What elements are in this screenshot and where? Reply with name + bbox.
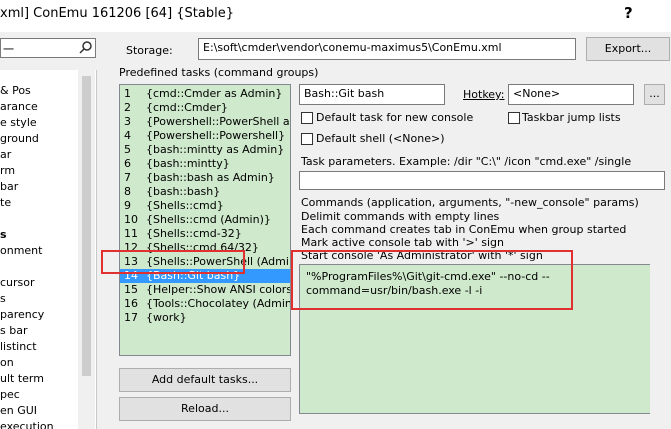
- task-number: 5: [124, 143, 131, 156]
- task-row[interactable]: 7 {bash::bash as Admin}: [120, 171, 290, 185]
- tree-item[interactable]: execution: [0, 420, 54, 429]
- task-number: 2: [124, 101, 131, 114]
- tree-item[interactable]: listinct: [0, 340, 37, 353]
- task-params-field[interactable]: [299, 171, 665, 190]
- tree-item[interactable]: cursor: [0, 276, 35, 289]
- tree-item-tasks[interactable]: s: [0, 228, 7, 241]
- task-number: 8: [124, 185, 131, 198]
- export-button[interactable]: Export...: [586, 37, 670, 61]
- task-name: {Shells::cmd-32}: [146, 227, 242, 240]
- task-number: 11: [124, 227, 138, 240]
- tree-item[interactable]: arance: [0, 100, 38, 113]
- task-number: 9: [124, 199, 131, 212]
- default-task-label: Default task for new console: [316, 111, 474, 124]
- hotkey-label: Hotkey:: [463, 88, 505, 101]
- storage-path-field[interactable]: E:\soft\cmder\vendor\conemu-maximus5\Con…: [198, 38, 576, 60]
- task-row[interactable]: 15 {Helper::Show ANSI colors}: [120, 283, 291, 297]
- window-title: xml] ConEmu 161206 [64] {Stable}: [0, 6, 234, 21]
- tree-scrollbar-thumb[interactable]: [82, 76, 91, 376]
- task-row[interactable]: 4 {Powershell::Powershell}: [120, 129, 290, 143]
- task-params-label: Task parameters. Example: /dir "C:\" /ic…: [301, 155, 632, 168]
- tree-item[interactable]: ult term: [0, 372, 44, 385]
- task-name: {bash::mintty as Admin}: [146, 143, 285, 156]
- task-name: {Powershell::Powershell}: [146, 129, 286, 142]
- settings-search-input[interactable]: 一: [0, 38, 96, 58]
- task-number: 10: [124, 213, 138, 226]
- selected-task-highlight: [101, 250, 245, 274]
- task-name: {bash::mintty}: [146, 157, 230, 170]
- task-name: {Shells::cmd (Admin)}: [146, 213, 271, 226]
- task-number: 3: [124, 115, 131, 128]
- task-name: {Helper::Show ANSI colors}: [146, 283, 291, 296]
- task-number: 4: [124, 129, 131, 142]
- task-row[interactable]: 3 {Powershell::PowerShell as Ad: [120, 115, 290, 129]
- task-name: {bash::bash as Admin}: [146, 171, 275, 184]
- default-task-checkbox[interactable]: [301, 112, 313, 124]
- tree-item[interactable]: ground: [0, 132, 39, 145]
- search-icon[interactable]: [79, 40, 93, 54]
- task-number: 1: [124, 87, 131, 100]
- task-name: {cmd::Cmder as Admin}: [146, 87, 283, 100]
- tree-item[interactable]: pec: [0, 388, 20, 401]
- tree-item[interactable]: bar: [0, 180, 18, 193]
- task-number: 6: [124, 157, 131, 170]
- tasks-list[interactable]: 1 {cmd::Cmder as Admin} 2 {cmd::Cmder} 3 {P…: [119, 84, 291, 356]
- commands-help-4: Mark active console tab with '>' sign: [301, 236, 504, 249]
- task-row[interactable]: 9 {Shells::cmd}: [120, 199, 290, 213]
- default-shell-checkbox[interactable]: [301, 133, 313, 145]
- tree-item[interactable]: te: [0, 196, 11, 209]
- task-row[interactable]: 2 {cmd::Cmder}: [120, 101, 290, 115]
- default-shell-label: Default shell (<None>): [316, 132, 445, 145]
- tree-item[interactable]: s: [0, 292, 6, 305]
- commands-help-1: Commands (application, arguments, "-new_…: [301, 196, 639, 209]
- task-number: 16: [124, 297, 138, 310]
- task-row[interactable]: 11 {Shells::cmd-32}: [120, 227, 290, 241]
- task-name: {Powershell::PowerShell as Ad: [146, 115, 290, 128]
- task-row[interactable]: 16 {Tools::Chocolatey (Admin)}: [120, 297, 291, 311]
- taskbar-jump-checkbox[interactable]: [508, 112, 520, 124]
- reload-button[interactable]: Reload...: [119, 397, 291, 421]
- task-row[interactable]: 6 {bash::mintty}: [120, 157, 290, 171]
- tree-item[interactable]: en GUI: [0, 404, 37, 417]
- tree-item[interactable]: onment: [0, 244, 42, 257]
- task-row[interactable]: 8 {bash::bash}: [120, 185, 290, 199]
- settings-search-value: 一: [3, 43, 14, 56]
- hotkey-browse-button[interactable]: ...: [644, 84, 665, 105]
- task-name: {cmd::Cmder}: [146, 101, 228, 114]
- commands-scrollbar[interactable]: [650, 264, 661, 414]
- tree-item[interactable]: rm: [0, 164, 15, 177]
- command-highlight: [291, 250, 573, 310]
- tree-item[interactable]: & Pos: [0, 84, 31, 97]
- task-name: {work}: [146, 311, 187, 324]
- task-row[interactable]: 1 {cmd::Cmder as Admin}: [120, 87, 290, 101]
- tree-item[interactable]: ar: [0, 148, 11, 161]
- add-default-tasks-button[interactable]: Add default tasks...: [119, 368, 291, 392]
- commands-help-3: Each command creates tab in ConEmu when …: [301, 223, 627, 236]
- task-row[interactable]: 10 {Shells::cmd (Admin)}: [120, 213, 290, 227]
- task-name: {Shells::cmd}: [146, 199, 224, 212]
- task-number: 7: [124, 171, 131, 184]
- tree-item[interactable]: s bar: [0, 324, 27, 337]
- tree-item[interactable]: parency: [0, 308, 44, 321]
- tree-item[interactable]: on: [0, 356, 14, 369]
- taskbar-jump-label: Taskbar jump lists: [522, 111, 621, 124]
- task-name: {Tools::Chocolatey (Admin)}: [146, 297, 291, 310]
- tree-item[interactable]: e style: [0, 116, 37, 129]
- task-name: {bash::bash}: [146, 185, 221, 198]
- storage-label: Storage:: [126, 44, 173, 57]
- commands-help-2: Delimit commands with empty lines: [301, 210, 500, 223]
- hotkey-field[interactable]: <None>: [508, 84, 634, 105]
- tasks-group-label: Predefined tasks (command groups): [119, 66, 319, 79]
- help-button[interactable]: ?: [624, 4, 633, 22]
- title-bar: xml] ConEmu 161206 [64] {Stable} ?: [0, 0, 671, 32]
- tree-scrollbar[interactable]: [78, 70, 95, 429]
- task-row[interactable]: 5 {bash::mintty as Admin}: [120, 143, 290, 157]
- task-number: 15: [124, 283, 138, 296]
- task-name-field[interactable]: Bash::Git bash: [299, 84, 445, 105]
- task-number: 17: [124, 311, 138, 324]
- task-row[interactable]: 17 {work}: [120, 311, 290, 325]
